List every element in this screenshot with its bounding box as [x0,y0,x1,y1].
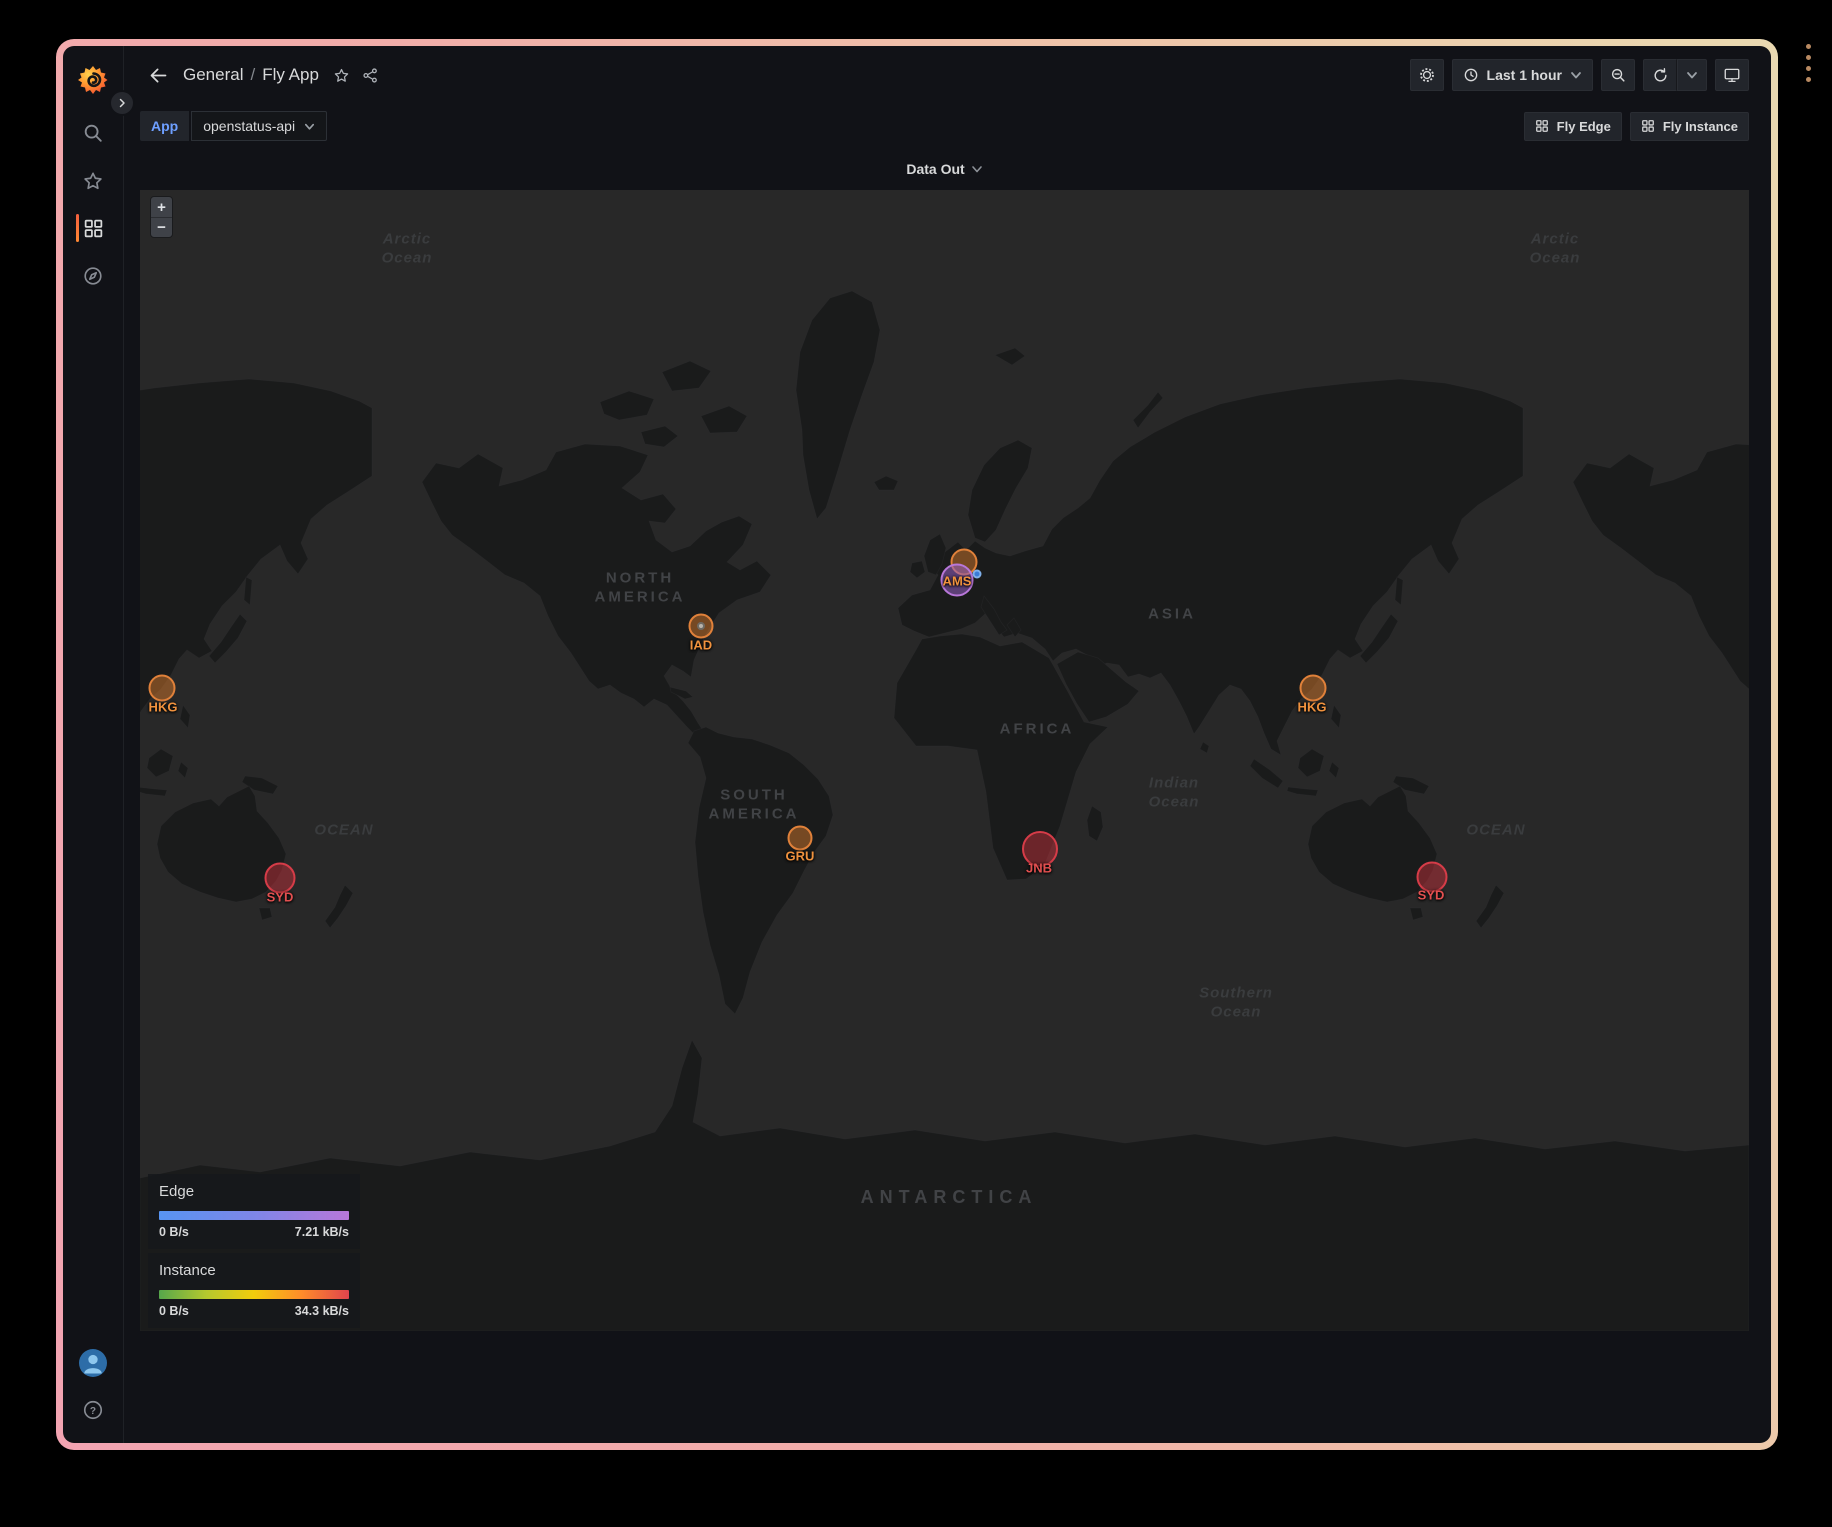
map-marker-hkg[interactable] [1300,675,1327,702]
grafana-logo-icon[interactable] [77,64,109,96]
map-marker-edge-dot[interactable] [973,570,982,579]
legend-edge-max: 7.21 kB/s [295,1225,349,1239]
legend-instance: Instance 0 B/s 34.3 kB/s [148,1253,360,1328]
map-legend: Edge 0 B/s 7.21 kB/s Instance 0 B/s 34.3… [148,1174,360,1328]
magnifier-minus-icon [1610,67,1627,84]
monitor-icon [1723,66,1741,84]
clock-icon [1463,67,1479,83]
user-avatar[interactable] [79,1349,107,1377]
apps-icon [83,218,104,239]
refresh-button[interactable] [1643,59,1677,91]
legend-instance-max: 34.3 kB/s [295,1304,349,1318]
refresh-icon [1652,67,1669,84]
compass-icon [82,265,104,287]
apps-icon [1535,119,1549,133]
map-marker-ams[interactable] [941,564,974,597]
sidebar-item-dashboards[interactable] [63,218,123,239]
back-arrow-icon[interactable] [148,65,169,86]
legend-edge-title: Edge [159,1183,349,1200]
gear-icon [1418,66,1436,84]
geomap-panel[interactable]: + − Arctic Ocean Arctic Ocean NORTH AMER… [140,190,1749,1331]
breadcrumb: General / Fly App [183,65,319,85]
dashboard-settings-button[interactable] [1410,59,1444,91]
fly-edge-link[interactable]: Fly Edge [1524,112,1622,141]
chevron-down-icon [971,163,983,175]
legend-edge-gradient [159,1211,349,1220]
world-map [140,190,1749,1331]
refresh-group [1643,59,1707,91]
submenu-bar: App openstatus-api Fly Edg [124,104,1771,148]
time-range-label: Last 1 hour [1487,67,1562,83]
panel-title[interactable]: Data Out [140,161,1749,177]
map-zoom-in-button[interactable]: + [151,197,172,217]
chevron-down-icon [1570,69,1582,81]
apps-icon [1641,119,1655,133]
map-marker-syd-west[interactable] [265,863,296,894]
fly-instance-link[interactable]: Fly Instance [1630,112,1749,141]
sidebar-item-search[interactable] [63,122,123,144]
chevron-down-icon [304,121,315,132]
map-marker-syd[interactable] [1417,862,1448,893]
variable-selected-value: openstatus-api [203,118,295,134]
sidebar-nav [63,122,123,287]
sidebar-item-explore[interactable] [63,265,123,287]
legend-instance-title: Instance [159,1262,349,1279]
sidebar-bottom: ? [79,1349,107,1421]
legend-edge: Edge 0 B/s 7.21 kB/s [148,1174,360,1249]
sidebar-expand-button[interactable] [109,90,135,116]
fly-instance-label: Fly Instance [1663,119,1738,134]
star-icon [82,170,104,192]
share-icon[interactable] [362,67,379,84]
help-icon: ? [82,1399,104,1421]
legend-instance-gradient [159,1290,349,1299]
variable-label: App [140,111,189,141]
app-window: ? General / Fly App [56,39,1778,1450]
map-zoom-control: + − [150,196,173,238]
sidebar: ? [63,46,124,1443]
sidebar-item-starred[interactable] [63,170,123,192]
dashboard-header: General / Fly App [124,46,1771,104]
chevron-down-icon [1686,69,1698,81]
map-marker-jnb[interactable] [1022,831,1058,867]
dashboard-links: Fly Edge Fly Instance [1524,112,1749,141]
sidebar-item-help[interactable]: ? [79,1399,107,1421]
kiosk-mode-button[interactable] [1715,59,1749,91]
legend-instance-min: 0 B/s [159,1304,189,1318]
zoom-out-time-button[interactable] [1601,59,1635,91]
template-variable-app: App openstatus-api [140,111,327,141]
map-marker-gru[interactable] [788,826,813,851]
chevron-right-icon [116,97,128,109]
legend-edge-min: 0 B/s [159,1225,189,1239]
map-marker-hkg-west[interactable] [149,675,176,702]
map-marker-iad-center-dot [697,622,705,630]
breadcrumb-separator: / [250,65,255,85]
panel-title-text: Data Out [906,161,964,177]
svg-text:?: ? [90,1406,96,1417]
search-icon [82,122,104,144]
breadcrumb-folder[interactable]: General [183,65,243,85]
main-area: General / Fly App [124,46,1771,1443]
panel-header: Data Out [124,148,1771,190]
time-range-picker[interactable]: Last 1 hour [1452,59,1593,91]
map-zoom-out-button[interactable]: − [151,217,172,237]
frame-dots [1806,44,1812,88]
variable-value-dropdown[interactable]: openstatus-api [191,111,327,141]
star-dashboard-icon[interactable] [333,67,350,84]
breadcrumb-dashboard: Fly App [262,65,319,85]
refresh-interval-dropdown[interactable] [1677,59,1707,91]
fly-edge-label: Fly Edge [1557,119,1611,134]
